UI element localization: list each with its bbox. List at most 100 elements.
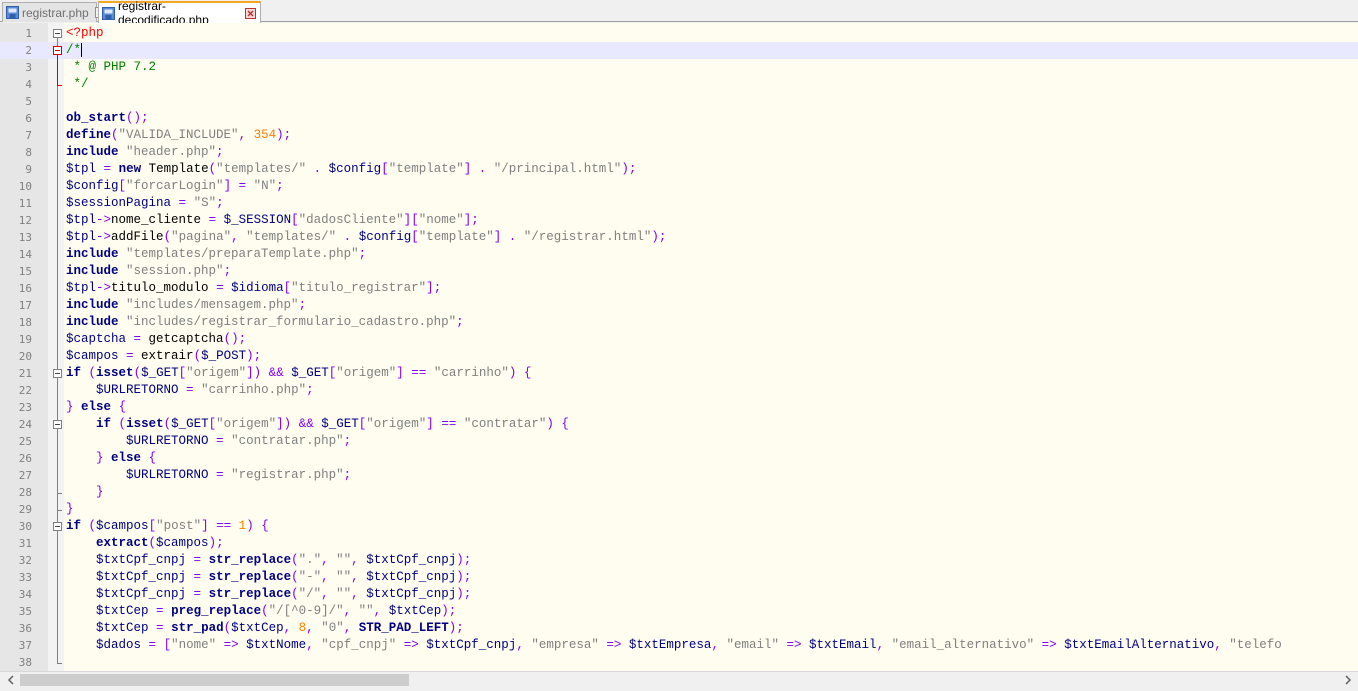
code-text[interactable]: $tpl->nome_cliente = $_SESSION["dadosCli…	[66, 212, 479, 229]
line-number: 6	[25, 112, 32, 125]
line-number: 9	[25, 163, 32, 176]
scrollbar-thumb[interactable]	[20, 674, 409, 686]
line-number: 18	[18, 316, 32, 329]
code-line[interactable]: 9 $tpl = new Template("templates/" . $con…	[0, 161, 1358, 178]
code-text[interactable]: include "includes/mensagem.php";	[66, 297, 306, 314]
code-text[interactable]: $txtCep = preg_replace("/[^0-9]/", "", $…	[66, 603, 456, 620]
code-text[interactable]: $tpl = new Template("templates/" . $conf…	[66, 161, 636, 178]
code-text[interactable]: $dados = ["nome" => $txtNome, "cpf_cnpj"…	[66, 637, 1282, 654]
code-text[interactable]: include "templates/preparaTemplate.php";	[66, 246, 366, 263]
code-text[interactable]: $campos = extrair($_POST);	[66, 348, 261, 365]
fold-guide	[57, 38, 58, 663]
code-line[interactable]: 28 }	[0, 484, 1358, 501]
line-number: 37	[18, 639, 32, 652]
code-line[interactable]: 37 $dados = ["nome" => $txtNome, "cpf_cn…	[0, 637, 1358, 654]
fold-end	[57, 510, 62, 511]
code-line[interactable]: 24 if (isset($_GET["origem"]) && $_GET["…	[0, 416, 1358, 433]
chevron-right-icon[interactable]	[1339, 672, 1356, 688]
code-text[interactable]: $URLRETORNO = "carrinho.php";	[66, 382, 314, 399]
line-number: 13	[18, 231, 32, 244]
code-text[interactable]: extract($campos);	[66, 535, 224, 552]
code-line[interactable]: 33 $txtCpf_cnpj = str_replace("-", "", $…	[0, 569, 1358, 586]
code-text[interactable]: } else {	[66, 399, 126, 416]
code-text[interactable]: if (isset($_GET["origem"]) && $_GET["ori…	[66, 416, 569, 433]
code-text[interactable]: define("VALIDA_INCLUDE", 354);	[66, 127, 291, 144]
code-text[interactable]: }	[66, 484, 104, 501]
line-number: 16	[18, 282, 32, 295]
code-line[interactable]: 38	[0, 654, 1358, 671]
code-line[interactable]: 5	[0, 93, 1358, 110]
code-line[interactable]: 7 define("VALIDA_INCLUDE", 354);	[0, 127, 1358, 144]
code-editor[interactable]: 1 <?php 2/* 3 * @ PHP 7.2 4 */5 6 ob_start(); 7…	[0, 23, 1358, 671]
code-line[interactable]: 16 $tpl->titulo_modulo = $idioma["titulo_…	[0, 280, 1358, 297]
code-line[interactable]: 22 $URLRETORNO = "carrinho.php";	[0, 382, 1358, 399]
code-text[interactable]: $URLRETORNO = "contratar.php";	[66, 433, 351, 450]
code-line[interactable]: 13 $tpl->addFile("pagina", "templates/" .…	[0, 229, 1358, 246]
code-line[interactable]: 25 $URLRETORNO = "contratar.php";	[0, 433, 1358, 450]
code-line[interactable]: 10 $config["forcarLogin"] = "N";	[0, 178, 1358, 195]
code-text[interactable]: include "session.php";	[66, 263, 231, 280]
code-text[interactable]: if ($campos["post"] == 1) {	[66, 518, 269, 535]
code-text[interactable]: $sessionPagina = "S";	[66, 195, 224, 212]
code-text[interactable]: /*	[66, 42, 81, 59]
code-line[interactable]: 15 include "session.php";	[0, 263, 1358, 280]
code-text[interactable]: } else {	[66, 450, 156, 467]
code-line[interactable]: 11 $sessionPagina = "S";	[0, 195, 1358, 212]
code-line[interactable]: 31 extract($campos);	[0, 535, 1358, 552]
code-text[interactable]: <?php	[66, 25, 104, 42]
code-text[interactable]: $txtCpf_cnpj = str_replace("-", "", $txt…	[66, 569, 471, 586]
code-text[interactable]: include "includes/registrar_formulario_c…	[66, 314, 464, 331]
code-line[interactable]: 21 if (isset($_GET["origem"]) && $_GET["o…	[0, 365, 1358, 382]
code-line[interactable]: 3 * @ PHP 7.2	[0, 59, 1358, 76]
code-text[interactable]: $txtCpf_cnpj = str_replace(".", "", $txt…	[66, 552, 471, 569]
tab-registrar-decodificado[interactable]: registrar-decodificado.php	[98, 0, 261, 27]
code-line[interactable]: 6 ob_start();	[0, 110, 1358, 127]
code-line[interactable]: 1 <?php	[0, 25, 1358, 42]
code-line[interactable]: 4 */	[0, 76, 1358, 93]
code-line[interactable]: 26 } else {	[0, 450, 1358, 467]
code-line[interactable]: 34 $txtCpf_cnpj = str_replace("/", "", $…	[0, 586, 1358, 603]
code-line[interactable]: 14 include "templates/preparaTemplate.php…	[0, 246, 1358, 263]
code-text[interactable]: $captcha = getcaptcha();	[66, 331, 246, 348]
code-line[interactable]: 30 if ($campos["post"] == 1) {	[0, 518, 1358, 535]
code-line[interactable]: 29}	[0, 501, 1358, 518]
line-number: 7	[25, 129, 32, 142]
code-text[interactable]: $URLRETORNO = "registrar.php";	[66, 467, 351, 484]
code-text[interactable]: }	[66, 501, 74, 518]
close-icon[interactable]	[245, 7, 256, 19]
code-line[interactable]: 27 $URLRETORNO = "registrar.php";	[0, 467, 1358, 484]
code-line[interactable]: 12 $tpl->nome_cliente = $_SESSION["dadosC…	[0, 212, 1358, 229]
code-text[interactable]: $txtCep = str_pad($txtCep, 8, "0", STR_P…	[66, 620, 464, 637]
line-number: 15	[18, 265, 32, 278]
code-text[interactable]: include "header.php";	[66, 144, 224, 161]
code-text[interactable]: $txtCpf_cnpj = str_replace("/", "", $txt…	[66, 586, 471, 603]
code-text[interactable]: $config["forcarLogin"] = "N";	[66, 178, 284, 195]
code-line[interactable]: 17 include "includes/mensagem.php";	[0, 297, 1358, 314]
code-line[interactable]: 19 $captcha = getcaptcha();	[0, 331, 1358, 348]
code-text[interactable]: ob_start();	[66, 110, 149, 127]
code-line[interactable]: 23} else {	[0, 399, 1358, 416]
fold-end	[57, 493, 62, 494]
code-line[interactable]: 35 $txtCep = preg_replace("/[^0-9]/", ""…	[0, 603, 1358, 620]
code-line[interactable]: 20 $campos = extrair($_POST);	[0, 348, 1358, 365]
code-text[interactable]: $tpl->addFile("pagina", "templates/" . $…	[66, 229, 666, 246]
code-text[interactable]: $tpl->titulo_modulo = $idioma["titulo_re…	[66, 280, 441, 297]
fold-toggle-icon[interactable]	[53, 522, 62, 531]
line-number: 1	[25, 27, 32, 40]
code-line[interactable]: 18 include "includes/registrar_formulario…	[0, 314, 1358, 331]
fold-toggle-icon[interactable]	[53, 29, 62, 38]
code-line[interactable]: 32 $txtCpf_cnpj = str_replace(".", "", $…	[0, 552, 1358, 569]
chevron-left-icon[interactable]	[2, 672, 19, 688]
fold-toggle-icon[interactable]	[53, 420, 62, 429]
fold-toggle-icon[interactable]	[53, 369, 62, 378]
horizontal-scrollbar[interactable]	[0, 671, 1358, 688]
code-text[interactable]: if (isset($_GET["origem"]) && $_GET["ori…	[66, 365, 531, 382]
line-number: 33	[18, 571, 32, 584]
code-line[interactable]: 8 include "header.php";	[0, 144, 1358, 161]
code-line[interactable]: 2 /*	[0, 42, 1358, 59]
code-text[interactable]: */	[66, 76, 89, 93]
code-text[interactable]: * @ PHP 7.2	[66, 59, 157, 76]
code-line[interactable]: 36 $txtCep = str_pad($txtCep, 8, "0", ST…	[0, 620, 1358, 637]
fold-toggle-icon[interactable]	[53, 46, 62, 55]
tab-registrar[interactable]: registrar.php	[2, 2, 106, 22]
